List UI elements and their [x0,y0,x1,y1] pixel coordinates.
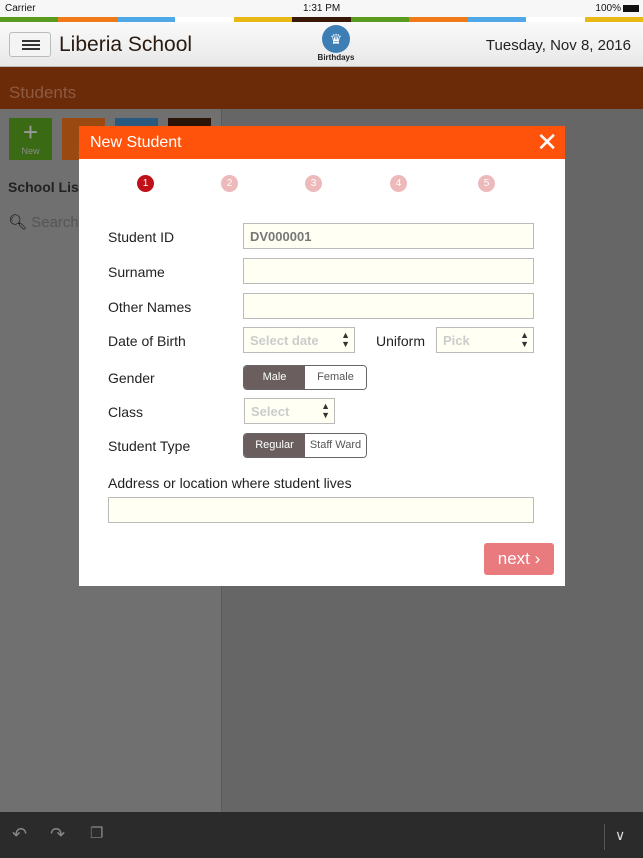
sort-arrows-icon: ▲ ▼ [341,330,350,349]
birthdays-label: Birthdays [317,53,355,62]
surname-label: Surname [108,264,165,280]
status-bar: Carrier 1:31 PM 100% [0,0,643,17]
address-field[interactable] [108,497,534,523]
gender-label: Gender [108,370,155,386]
surname-field[interactable] [243,258,534,284]
dialog-header: New Student ✕ [79,126,565,159]
step-2[interactable]: 2 [221,175,238,192]
birthdays-button[interactable]: ♛ Birthdays [316,25,356,62]
keyboard-toolbar: ↶ ↷ ❐ ∨ [0,812,643,858]
search-icon: 🔍︎ [8,214,28,231]
app-header: Liberia School ♛ Birthdays Tuesday, Nov … [0,22,643,67]
sort-arrows-icon: ▲ ▼ [321,401,330,420]
school-list-title: School Lis [8,179,79,195]
undo-icon[interactable]: ↶ [12,824,27,845]
class-label: Class [108,404,144,420]
sort-arrows-icon: ▲ ▼ [520,330,529,349]
gender-toggle: Male Female [243,365,367,390]
dob-picker[interactable]: Select date ▲ ▼ [243,327,355,353]
step-4[interactable]: 4 [390,175,407,192]
redo-icon[interactable]: ↷ [50,824,65,845]
dob-label: Date of Birth [108,333,186,349]
battery-icon [623,5,639,12]
uniform-picker[interactable]: Pick ▲ ▼ [436,327,534,353]
app-title: Liberia School [59,33,193,56]
student-id-label: Student ID [108,229,175,245]
other-names-label: Other Names [108,299,192,315]
student-id-field[interactable]: DV000001 [243,223,534,249]
cake-icon: ♛ [322,25,350,53]
step-5[interactable]: 5 [478,175,495,192]
menu-button[interactable] [9,32,51,57]
student-type-label: Student Type [108,438,191,454]
clock: 1:31 PM [303,3,341,14]
chevron-down-icon[interactable]: ∨ [615,827,625,844]
type-regular[interactable]: Regular [244,434,305,457]
address-label: Address or location where student lives [108,475,352,491]
step-3[interactable]: 3 [305,175,322,192]
gender-female[interactable]: Female [305,366,366,389]
other-names-field[interactable] [243,293,534,319]
uniform-label: Uniform [376,333,426,349]
type-staff-ward[interactable]: Staff Ward [305,434,366,457]
next-button[interactable]: next › [484,543,554,575]
carrier: Carrier [5,3,36,14]
section-bar: Students [0,67,643,109]
current-date: Tuesday, Nov 8, 2016 [485,37,631,54]
new-button[interactable]: + New [9,118,52,160]
class-picker[interactable]: Select ▲ ▼ [244,398,335,424]
battery-level: 100% [595,3,621,14]
close-icon[interactable]: ✕ [536,128,558,156]
new-student-dialog: New Student ✕ 1 2 3 4 5 Student ID DV000… [79,126,565,586]
gender-male[interactable]: Male [244,366,305,389]
dialog-title: New Student [90,134,182,151]
paste-icon[interactable]: ❐ [90,824,103,842]
student-type-toggle: Regular Staff Ward [243,433,367,458]
step-1[interactable]: 1 [137,175,154,192]
search-field[interactable]: 🔍︎ Search [8,213,79,231]
section-title: Students [9,83,77,102]
